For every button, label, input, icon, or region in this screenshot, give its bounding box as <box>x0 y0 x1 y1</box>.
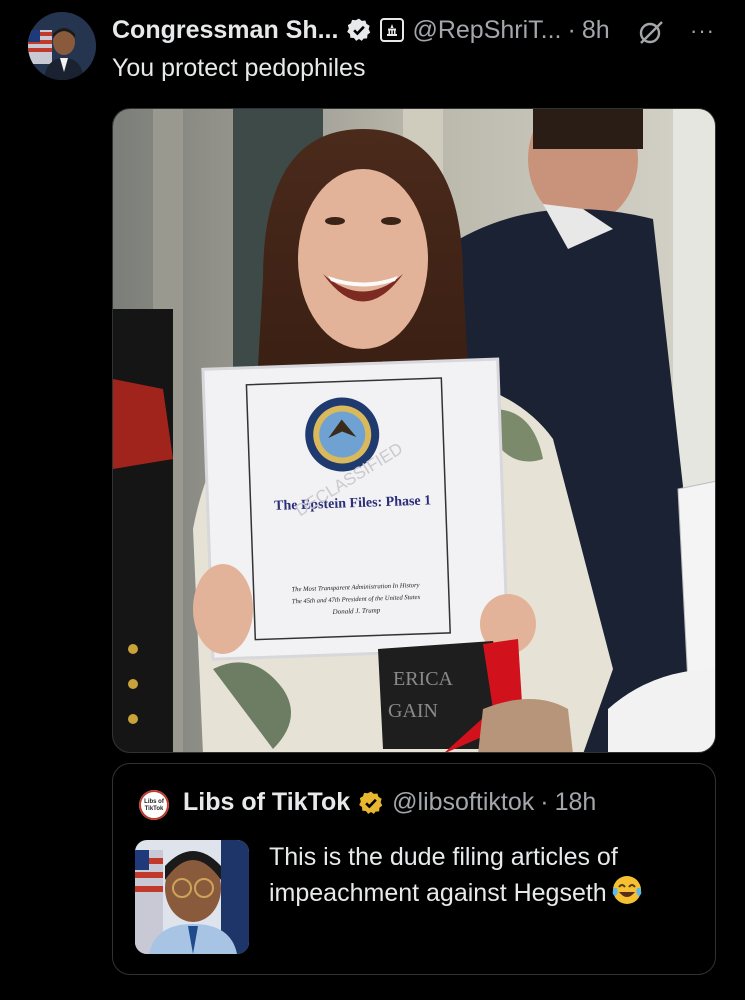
more-options-icon[interactable]: ··· <box>690 18 715 44</box>
avatar-photo <box>28 12 96 80</box>
grok-icon[interactable] <box>637 18 665 51</box>
author-avatar[interactable] <box>28 12 96 80</box>
post-text: You protect pedophiles <box>112 54 366 82</box>
quoted-media-thumbnail[interactable] <box>135 840 249 954</box>
binder-subtitle-3: Donald J. Trump <box>331 606 380 616</box>
quoted-text-content: This is the dude filing articles of impe… <box>269 843 618 908</box>
quoted-timestamp[interactable]: 18h <box>555 788 597 817</box>
author-name[interactable]: Congressman Sh... <box>112 16 338 45</box>
hat-text-1: ERICA <box>393 668 454 690</box>
quoted-author-avatar[interactable]: Libs of TikTok <box>139 790 169 820</box>
quoted-header: Libs of TikTok @libsoftiktok · 18h <box>183 788 596 817</box>
hat-text-2: GAIN <box>388 700 438 722</box>
post-header: Congressman Sh... @RepShriT... · 8h <box>112 14 610 46</box>
quoted-author-name[interactable]: Libs of TikTok <box>183 788 350 817</box>
tears-of-joy-emoji-icon <box>611 874 643 915</box>
author-handle[interactable]: @RepShriT... <box>412 16 561 45</box>
quoted-logo-text-2: TikTok <box>145 806 164 812</box>
separator-dot: · <box>567 15 576 44</box>
verified-badge-gold-icon <box>358 790 384 816</box>
post-media-image[interactable]: The Epstein Files: Phase 1 DECLASSIFIED … <box>112 108 716 753</box>
government-affiliation-icon[interactable] <box>380 18 405 42</box>
quoted-author-handle[interactable]: @libsoftiktok <box>392 788 534 817</box>
quoted-post[interactable]: Libs of TikTok Libs of TikTok @libsoftik… <box>112 763 716 975</box>
verified-badge-icon <box>346 17 372 43</box>
quoted-separator-dot: · <box>540 788 549 816</box>
quoted-logo-text-1: Libs of <box>144 799 165 805</box>
quoted-post-text: This is the dude filing articles of impe… <box>269 840 689 915</box>
media-photo: The Epstein Files: Phase 1 DECLASSIFIED … <box>113 109 715 752</box>
libs-of-tiktok-logo-icon: Libs of TikTok <box>139 790 169 820</box>
quoted-thumbnail-photo <box>135 840 249 954</box>
post-timestamp[interactable]: 8h <box>582 16 610 45</box>
